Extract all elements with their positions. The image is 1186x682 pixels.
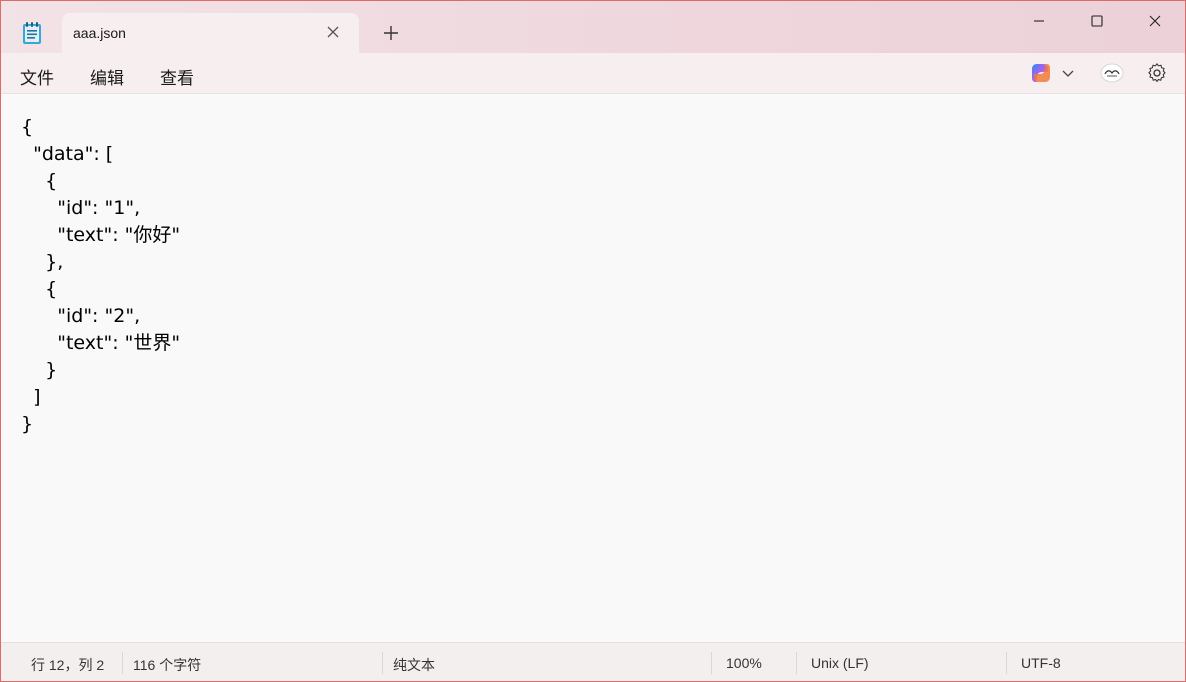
gear-icon[interactable] xyxy=(1147,63,1167,83)
close-icon[interactable] xyxy=(324,23,342,41)
maximize-icon xyxy=(1091,15,1103,27)
status-divider xyxy=(1006,652,1007,674)
status-divider xyxy=(122,652,123,674)
menu-bar: 文件 编辑 查看 xyxy=(1,53,1185,94)
cursor-position: 行 12，列 2 xyxy=(31,657,105,673)
copilot-icon[interactable] xyxy=(1030,62,1052,84)
line-ending[interactable]: Unix (LF) xyxy=(811,655,869,671)
status-bar: 行 12，列 2 116 个字符 纯文本 100% Unix (LF) UTF-… xyxy=(1,642,1185,681)
menu-edit[interactable]: 编辑 xyxy=(90,64,124,89)
chevron-down-icon[interactable] xyxy=(1060,65,1076,81)
status-divider xyxy=(711,652,712,674)
plus-icon[interactable] xyxy=(379,21,403,45)
close-icon xyxy=(1149,15,1161,27)
editor-content: { "data": [ { "id": "1", "text": "你好" },… xyxy=(21,116,181,435)
tab-aaa-json[interactable]: aaa.json xyxy=(62,13,359,53)
zoom-level[interactable]: 100% xyxy=(726,655,762,671)
tab-title: aaa.json xyxy=(73,25,126,41)
account-icon[interactable] xyxy=(1100,62,1124,84)
char-count: 116 个字符 xyxy=(133,657,202,673)
text-editor[interactable]: { "data": [ { "id": "1", "text": "你好" },… xyxy=(1,94,1185,642)
encoding[interactable]: UTF-8 xyxy=(1021,655,1061,671)
maximize-button[interactable] xyxy=(1074,7,1120,35)
minimize-button[interactable] xyxy=(1016,7,1062,35)
notepad-window: aaa.json 文件 编辑 查看 {"data": [{"id": "1… xyxy=(0,0,1186,682)
text-format[interactable]: 纯文本 xyxy=(393,655,435,675)
close-window-button[interactable] xyxy=(1132,7,1178,35)
status-divider xyxy=(796,652,797,674)
minimize-icon xyxy=(1034,20,1044,22)
title-bar: aaa.json xyxy=(1,1,1185,53)
menu-view[interactable]: 查看 xyxy=(160,64,194,89)
notepad-icon xyxy=(23,22,41,44)
status-divider xyxy=(382,652,383,674)
menu-file[interactable]: 文件 xyxy=(20,64,54,89)
